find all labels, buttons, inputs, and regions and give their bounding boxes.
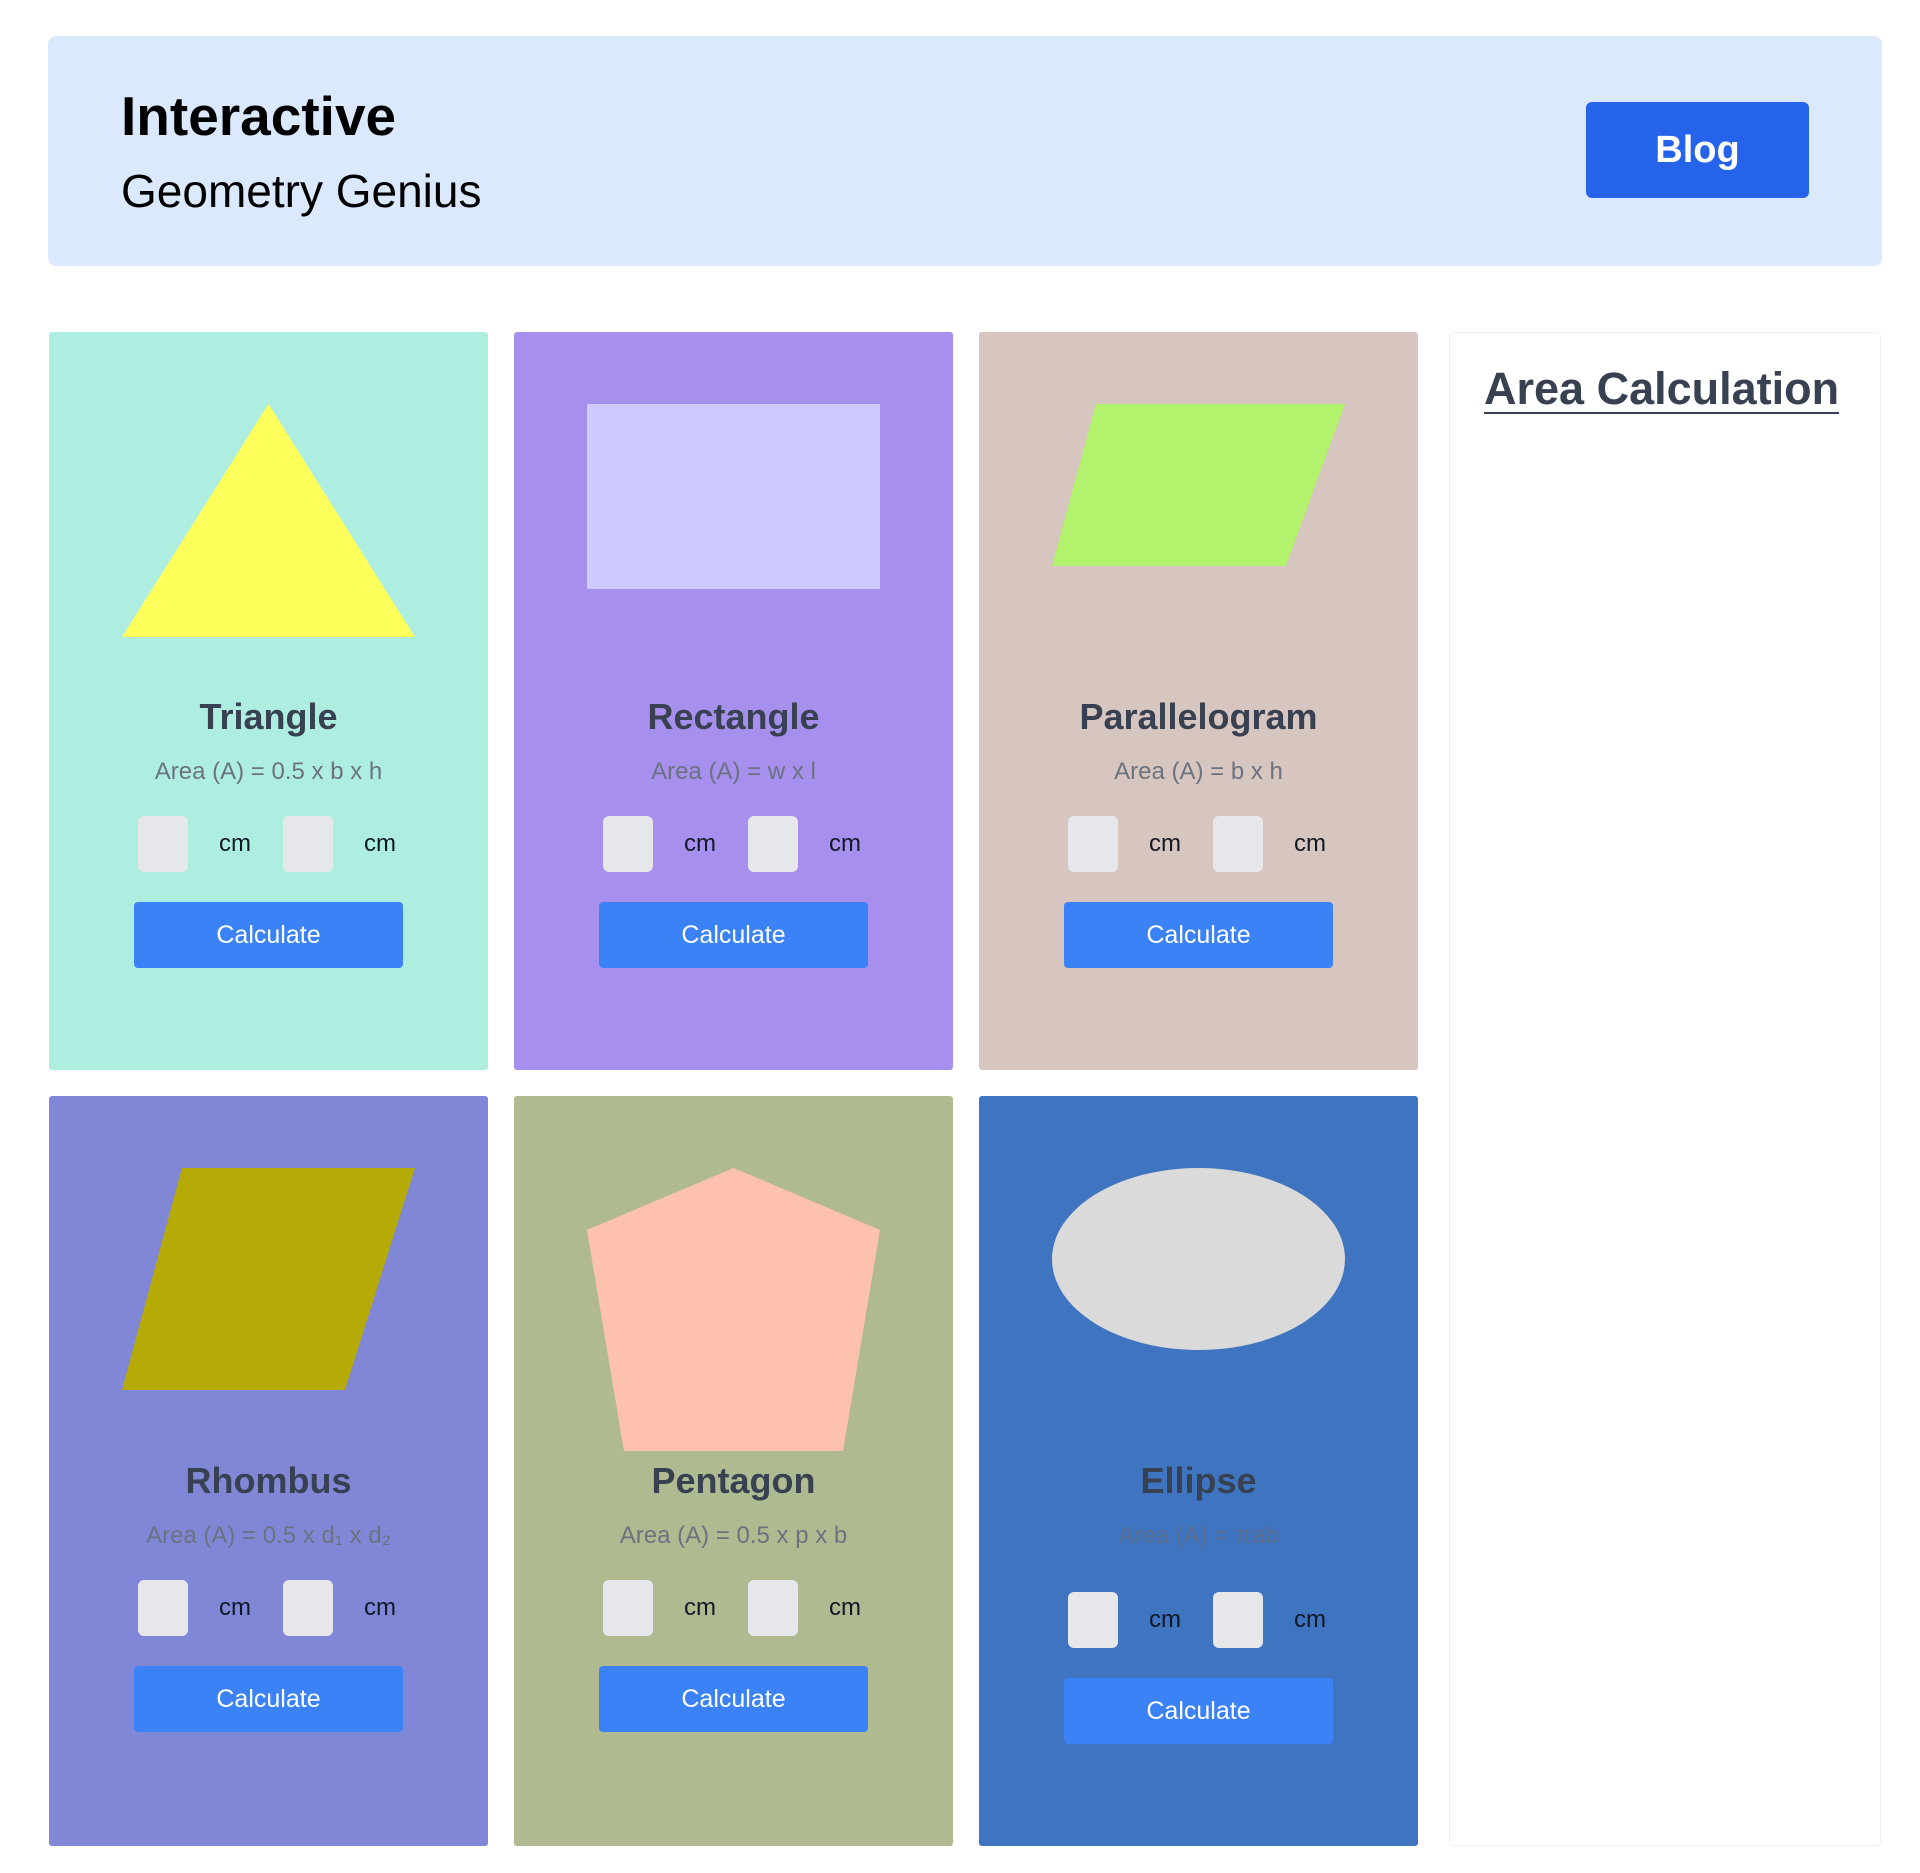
unit-label: cm [1149, 1606, 1181, 1633]
shape-card-parallelogram: Parallelogram Area (A) = b x h cm cm Cal… [979, 332, 1418, 1070]
dimension-inputs: cm cm [49, 816, 488, 872]
dimension-input-1[interactable] [603, 816, 653, 872]
blog-button[interactable]: Blog [1586, 102, 1809, 198]
dimension-input-2[interactable] [1213, 816, 1263, 872]
header-banner: Interactive Geometry Genius Blog [48, 36, 1882, 266]
card-formula: Area (A) = 0.5 x p x b [619, 1522, 848, 1549]
dimension-input-1[interactable] [603, 1580, 653, 1636]
dimension-input-2[interactable] [1213, 1592, 1263, 1648]
dimension-input-1[interactable] [1068, 816, 1118, 872]
calculate-button[interactable]: Calculate [1064, 902, 1333, 968]
parallelogram-icon [1052, 404, 1345, 697]
dimension-input-2[interactable] [748, 816, 798, 872]
dimension-inputs: cm cm [49, 1580, 488, 1636]
shape-card-triangle: Triangle Area (A) = 0.5 x b x h cm cm Ca… [49, 332, 488, 1070]
dimension-input-2[interactable] [748, 1580, 798, 1636]
triangle-icon [122, 404, 415, 697]
card-formula: Area (A) = b x h [1114, 758, 1283, 785]
shape-card-pentagon: Pentagon Area (A) = 0.5 x p x b cm cm Ca… [514, 1096, 953, 1846]
dimension-input-1[interactable] [138, 1580, 188, 1636]
calculate-button[interactable]: Calculate [1064, 1678, 1333, 1744]
calculate-button[interactable]: Calculate [599, 1666, 868, 1732]
card-title: Rectangle [647, 696, 820, 737]
ellipse-icon [1052, 1168, 1345, 1461]
unit-label: cm [1294, 830, 1326, 857]
rectangle-icon [587, 404, 880, 697]
dimension-input-2[interactable] [283, 816, 333, 872]
pentagon-icon [587, 1168, 880, 1461]
dimension-inputs: cm cm [979, 1592, 1418, 1648]
unit-label: cm [1294, 1606, 1326, 1633]
card-title: Triangle [199, 696, 338, 737]
panel-title: Area Calculation [1484, 363, 1840, 414]
card-formula: Area (A) = 0.5 x d₁ x d₂ [146, 1522, 391, 1549]
unit-label: cm [219, 1594, 251, 1621]
unit-label: cm [684, 1594, 716, 1621]
unit-label: cm [829, 830, 861, 857]
unit-label: cm [829, 1594, 861, 1621]
dimension-inputs: cm cm [514, 1580, 953, 1636]
dimension-inputs: cm cm [514, 816, 953, 872]
card-formula: Area (A) = πab [1118, 1522, 1279, 1549]
unit-label: cm [684, 830, 716, 857]
shape-card-ellipse: Ellipse Area (A) = πab cm cm Calculate [979, 1096, 1418, 1846]
shape-card-rectangle: Rectangle Area (A) = w x l cm cm Calcula… [514, 332, 953, 1070]
dimension-input-1[interactable] [138, 816, 188, 872]
rhombus-icon [122, 1168, 415, 1461]
card-title: Ellipse [1140, 1460, 1257, 1501]
dimension-inputs: cm cm [979, 816, 1418, 872]
site-title: Interactive [121, 85, 397, 147]
shape-card-rhombus: Rhombus Area (A) = 0.5 x d₁ x d₂ cm cm C… [49, 1096, 488, 1846]
calculate-button[interactable]: Calculate [134, 902, 403, 968]
card-title: Pentagon [651, 1460, 816, 1501]
unit-label: cm [364, 830, 396, 857]
unit-label: cm [1149, 830, 1181, 857]
calculate-button[interactable]: Calculate [599, 902, 868, 968]
site-subtitle: Geometry Genius [121, 165, 482, 217]
card-title: Rhombus [185, 1460, 352, 1501]
area-calculation-panel: Area Calculation [1449, 332, 1881, 1846]
dimension-input-1[interactable] [1068, 1592, 1118, 1648]
calculate-button[interactable]: Calculate [134, 1666, 403, 1732]
card-formula: Area (A) = 0.5 x b x h [154, 758, 383, 785]
card-title: Parallelogram [1079, 696, 1318, 737]
dimension-input-2[interactable] [283, 1580, 333, 1636]
card-formula: Area (A) = w x l [651, 758, 816, 785]
unit-label: cm [219, 830, 251, 857]
unit-label: cm [364, 1594, 396, 1621]
